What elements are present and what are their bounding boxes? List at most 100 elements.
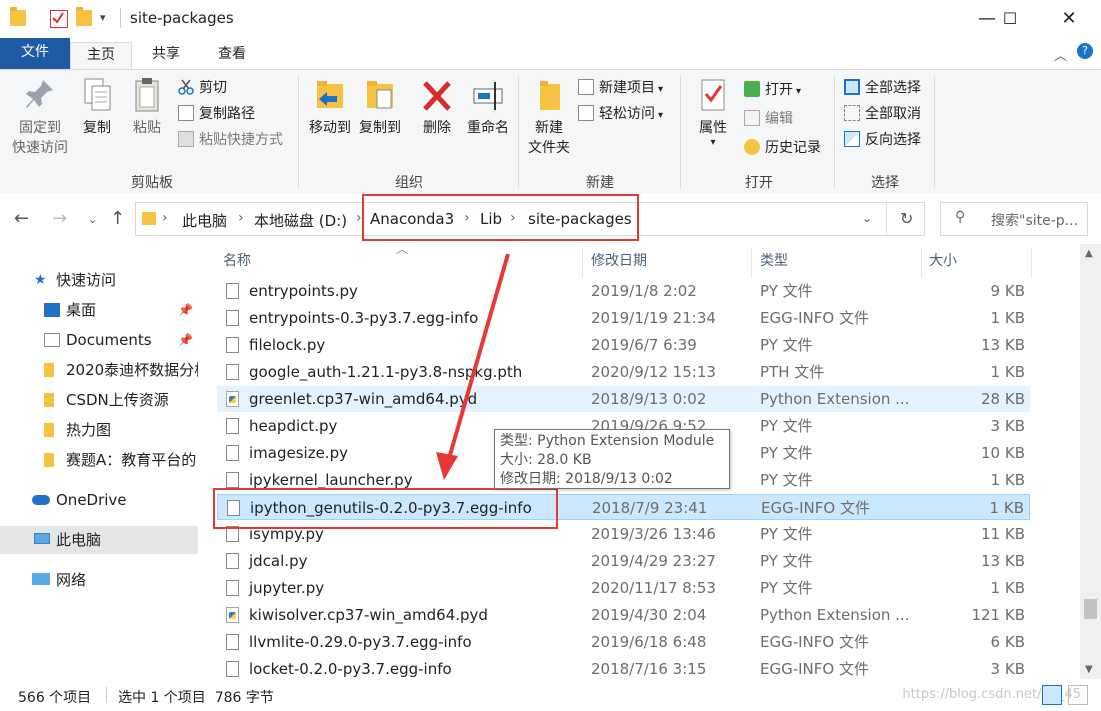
select-all-button[interactable]: 全部选择 [844, 77, 921, 99]
rename-icon [471, 76, 505, 114]
tab-share[interactable]: 共享 [136, 42, 196, 69]
large-icons-view-icon[interactable] [1068, 685, 1088, 705]
cloud-icon [32, 495, 50, 505]
details-view-icon[interactable] [1042, 685, 1062, 705]
nav-this-pc[interactable]: 此电脑 [0, 526, 198, 554]
search-box[interactable]: ⚲ 搜索"site-p... [940, 202, 1088, 236]
column-header-name[interactable]: 名称 [223, 250, 251, 270]
address-dropdown-icon[interactable]: ⌄ [862, 211, 872, 225]
properties-button[interactable]: 属性 ▾ [690, 76, 736, 148]
nav-quick-access[interactable]: ★ 快速访问 [0, 266, 198, 294]
up-arrow-icon[interactable]: ↑ [110, 208, 125, 229]
file-name: heapdict.py [249, 417, 338, 435]
table-row[interactable]: locket-0.2.0-py3.7.egg-info 2018/7/16 3:1… [217, 656, 1030, 679]
table-row[interactable]: filelock.py 2019/6/7 6:39 PY 文件 13 KB [217, 332, 1030, 358]
history-button[interactable]: 历史记录 [744, 137, 821, 159]
close-button[interactable]: ✕ [1046, 0, 1092, 38]
paste-button[interactable]: 粘贴 [124, 76, 170, 138]
pin-icon[interactable]: 📌 [178, 296, 193, 324]
navigation-pane: ★ 快速访问 桌面 📌 Documents 📌 2020泰迪杯数据分析 CSDN… [0, 244, 200, 674]
back-arrow-icon[interactable]: ← [14, 208, 29, 229]
table-row[interactable]: llvmlite-0.29.0-py3.7.egg-info 2019/6/18 … [217, 629, 1030, 655]
nav-item-folder-4[interactable]: 赛题A：教育平台的 [0, 446, 198, 474]
select-none-button[interactable]: 全部取消 [844, 103, 921, 125]
cut-label: 剪切 [199, 80, 227, 96]
copy-to-button[interactable]: 复制到 [352, 76, 408, 138]
file-type: PTH 文件 [760, 363, 825, 381]
column-divider[interactable] [1031, 248, 1032, 278]
divider [120, 8, 121, 28]
copy-icon [80, 76, 114, 114]
new-folder-button[interactable]: 新建 文件夹 [524, 76, 574, 158]
file-type: EGG-INFO 文件 [760, 660, 869, 678]
file-size: 10 KB [981, 444, 1025, 462]
table-row[interactable]: greenlet.cp37-win_amd64.pyd 2018/9/13 0:0… [217, 386, 1030, 412]
column-divider[interactable] [582, 248, 583, 278]
column-header-size[interactable]: 大小 [929, 250, 957, 270]
breadcrumb-this-pc[interactable]: 此电脑 [182, 210, 227, 231]
nav-item-desktop[interactable]: 桌面 📌 [0, 296, 198, 324]
chevron-right-icon[interactable]: › [356, 210, 362, 226]
move-to-button[interactable]: 移动到 [302, 76, 358, 138]
column-divider[interactable] [751, 248, 752, 278]
nav-item-folder-1[interactable]: 2020泰迪杯数据分析 [0, 356, 198, 384]
column-header-type[interactable]: 类型 [760, 250, 788, 270]
cut-button[interactable]: 剪切 [178, 77, 227, 99]
new-folder-label-line2: 文件夹 [528, 140, 570, 156]
maximize-button[interactable]: ☐ [987, 0, 1033, 38]
scrollbar-thumb[interactable] [1084, 599, 1097, 619]
forward-arrow-icon[interactable]: → [52, 208, 67, 229]
nav-item-documents[interactable]: Documents 📌 [0, 326, 198, 354]
open-button[interactable]: 打开 ▾ [744, 79, 801, 101]
tab-view[interactable]: 查看 [202, 42, 262, 69]
tab-home[interactable]: 主页 [70, 42, 132, 70]
chevron-right-icon[interactable]: › [238, 210, 244, 226]
nav-network[interactable]: 网络 [0, 566, 198, 594]
new-item-icon [578, 79, 594, 95]
customize-quick-access-icon[interactable]: ▾ [100, 11, 106, 24]
folder-icon [44, 423, 54, 437]
chevron-right-icon[interactable]: › [162, 210, 168, 226]
file-name: jupyter.py [249, 579, 325, 597]
nav-label: 快速访问 [56, 271, 117, 289]
scroll-up-icon[interactable]: ▲ [1085, 248, 1093, 259]
new-folder-quick-icon[interactable] [76, 7, 92, 26]
table-row[interactable]: kiwisolver.cp37-win_amd64.pyd 2019/4/30 2… [217, 602, 1030, 628]
rename-button[interactable]: 重命名 [462, 76, 514, 138]
nav-onedrive[interactable]: OneDrive [0, 486, 198, 514]
new-item-button[interactable]: 新建项目 ▾ [578, 77, 663, 99]
collapse-ribbon-icon[interactable]: ︿ [1054, 45, 1067, 64]
pin-to-quick-access-button[interactable]: 固定到 快速访问 [8, 76, 72, 158]
desktop-icon [44, 303, 60, 317]
vertical-scrollbar[interactable]: ▲ ▼ [1080, 244, 1101, 679]
delete-x-icon [420, 76, 454, 114]
tab-file[interactable]: 文件 [0, 38, 70, 69]
help-icon[interactable]: ? [1077, 43, 1093, 59]
column-divider[interactable] [921, 248, 922, 278]
table-row[interactable]: google_auth-1.21.1-py3.8-nspkg.pth 2020/9… [217, 359, 1030, 385]
recent-locations-icon[interactable]: ⌄ [88, 213, 97, 226]
breadcrumb-local-disk[interactable]: 本地磁盘 (D:) [254, 210, 347, 231]
copy-button[interactable]: 复制 [76, 76, 118, 138]
scroll-down-icon[interactable]: ▼ [1085, 664, 1093, 675]
folder-icon [44, 453, 54, 467]
search-input[interactable]: 搜索"site-p... [991, 210, 1078, 230]
nav-item-folder-2[interactable]: CSDN上传资源 [0, 386, 198, 414]
column-header-date[interactable]: 修改日期 [591, 250, 647, 270]
edit-button[interactable]: 编辑 [744, 108, 793, 130]
group-label-organize: 组织 [395, 175, 423, 191]
copy-path-label: 复制路径 [199, 106, 255, 122]
delete-button[interactable]: 删除 [414, 76, 460, 138]
properties-quick-icon[interactable] [50, 10, 68, 28]
easy-access-button[interactable]: 轻松访问 ▾ [578, 103, 663, 125]
table-row[interactable]: entrypoints.py 2019/1/8 2:02 PY 文件 9 KB [217, 278, 1030, 304]
refresh-icon[interactable]: ↻ [900, 209, 913, 228]
table-row[interactable]: entrypoints-0.3-py3.7.egg-info 2019/1/19 … [217, 305, 1030, 331]
invert-selection-button[interactable]: 反向选择 [844, 129, 921, 151]
copy-path-button[interactable]: 复制路径 [178, 103, 255, 125]
table-row[interactable]: jupyter.py 2020/11/17 8:53 PY 文件 1 KB [217, 575, 1030, 601]
paste-shortcut-button[interactable]: 粘贴快捷方式 [178, 129, 283, 151]
pin-icon[interactable]: 📌 [178, 326, 193, 354]
table-row[interactable]: jdcal.py 2019/4/29 23:27 PY 文件 13 KB [217, 548, 1030, 574]
nav-item-folder-3[interactable]: 热力图 [0, 416, 198, 444]
